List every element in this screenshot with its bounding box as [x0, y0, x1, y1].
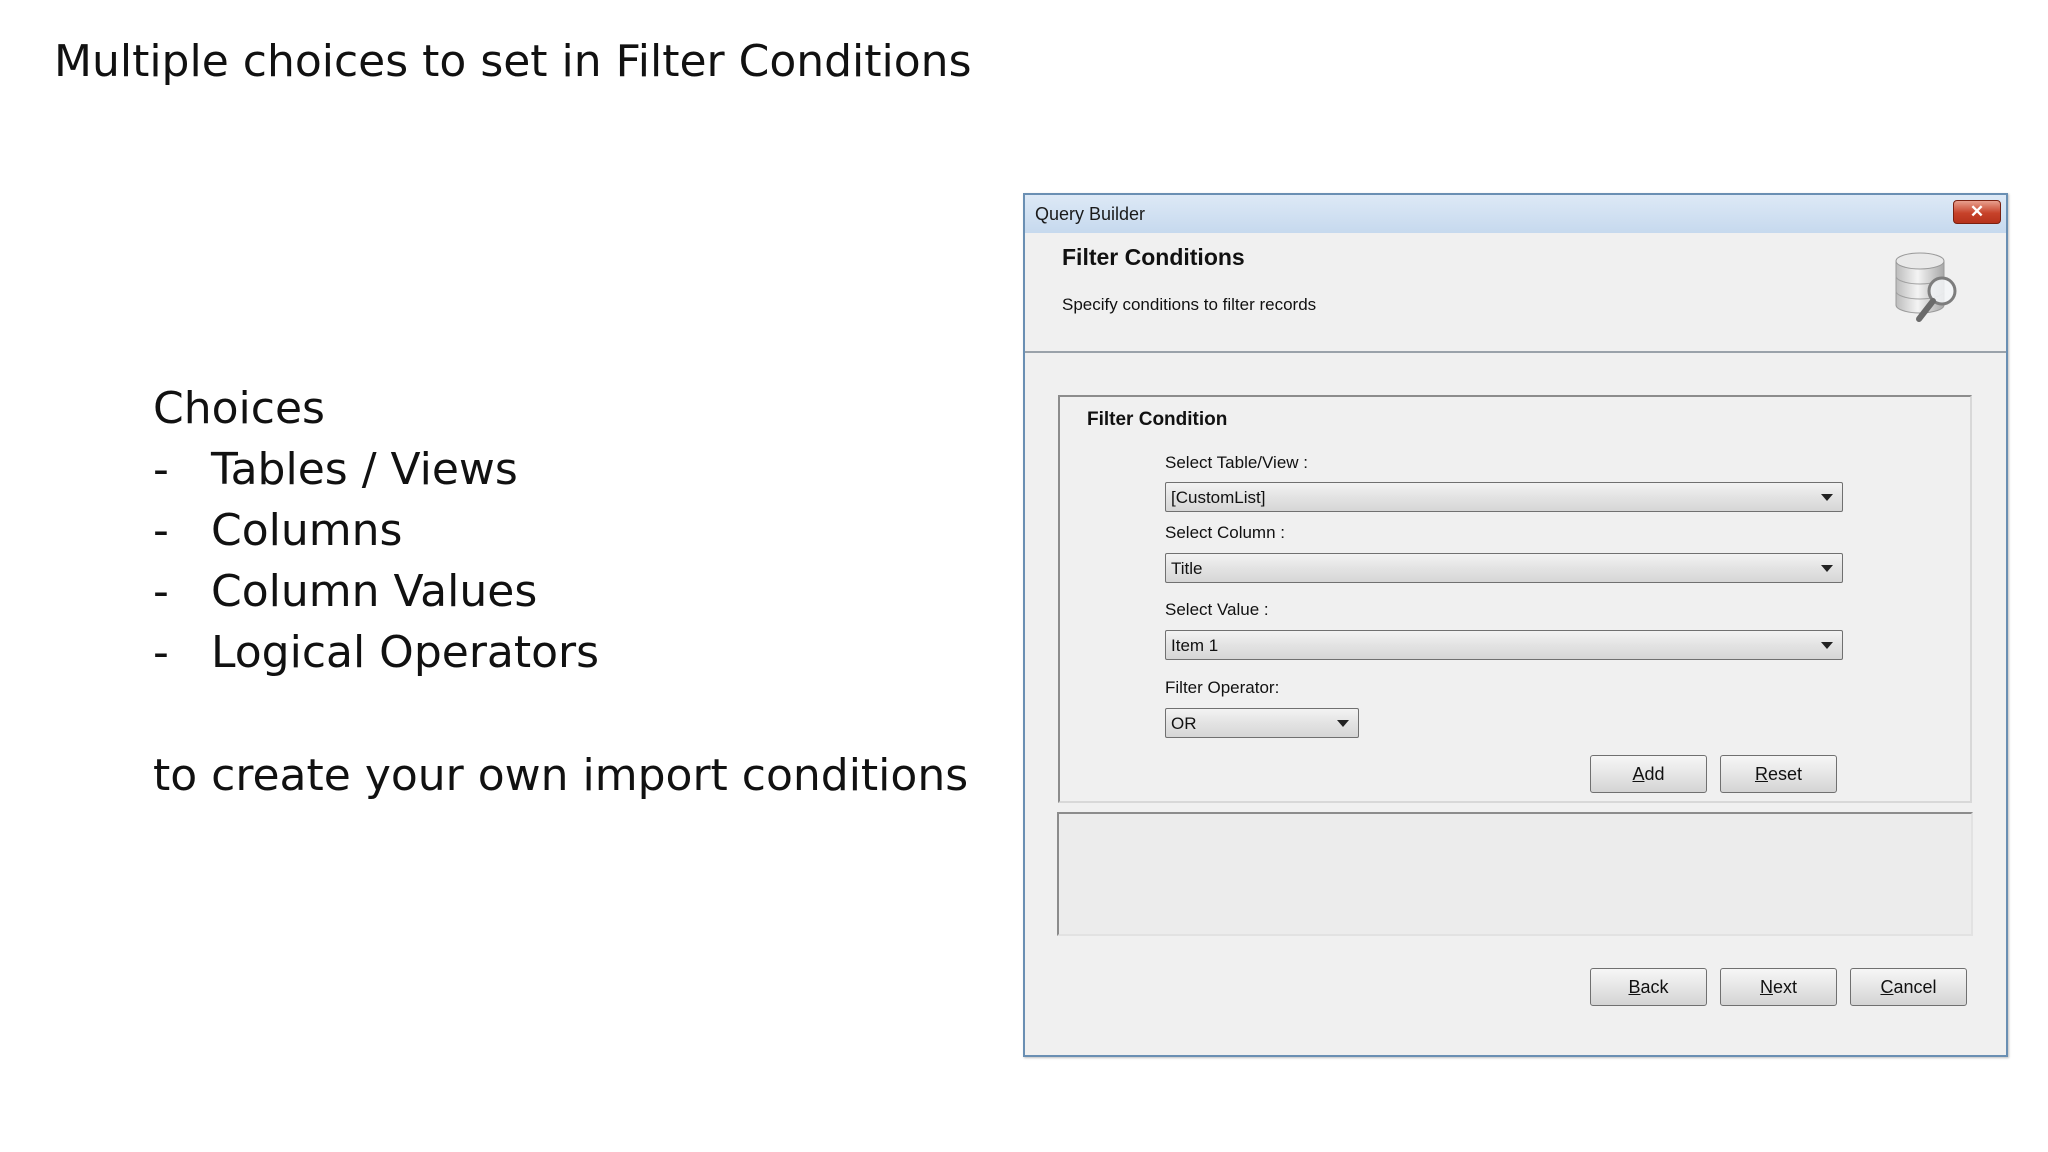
- value-select[interactable]: Item 1: [1165, 630, 1843, 660]
- column-value: Title: [1171, 559, 1203, 578]
- chevron-down-icon: [1337, 720, 1349, 727]
- page-title: Filter Conditions: [1062, 244, 1245, 270]
- close-button[interactable]: ✕: [1953, 200, 2001, 224]
- cancel-button[interactable]: Cancel: [1850, 968, 1967, 1006]
- group-title: Filter Condition: [1087, 409, 1228, 430]
- column-label: Select Column :: [1165, 523, 1285, 542]
- choice-dash: -: [153, 444, 169, 495]
- column-select[interactable]: Title: [1165, 553, 1843, 583]
- chevron-down-icon: [1821, 642, 1833, 649]
- table-view-label: Select Table/View :: [1165, 453, 1309, 472]
- cancel-button-label: ancel: [1893, 977, 1937, 997]
- choice-label: Columns: [211, 505, 403, 556]
- cancel-button-mnemonic: C: [1880, 977, 1894, 997]
- choice-dash: -: [153, 566, 169, 617]
- reset-button-label: eset: [1767, 764, 1803, 784]
- chevron-down-icon: [1821, 565, 1833, 572]
- choice-item: - Tables / Views: [153, 439, 968, 500]
- wizard-header: Filter Conditions Specify conditions to …: [1025, 233, 2006, 353]
- query-builder-dialog: Query Builder ✕ Filter Conditions Specif…: [1023, 193, 2008, 1057]
- back-button-label: ack: [1640, 977, 1669, 997]
- reset-button[interactable]: Reset: [1720, 755, 1837, 793]
- value-label: Select Value :: [1165, 600, 1269, 619]
- next-button-mnemonic: N: [1759, 977, 1773, 997]
- chevron-down-icon: [1821, 494, 1833, 501]
- window-title: Query Builder: [1035, 204, 1146, 224]
- choice-item: - Logical Operators: [153, 622, 968, 683]
- next-button[interactable]: Next: [1720, 968, 1837, 1006]
- choice-dash: -: [153, 627, 169, 678]
- conditions-list[interactable]: [1057, 812, 1973, 936]
- filter-operator-select[interactable]: OR: [1165, 708, 1359, 738]
- choice-label: Tables / Views: [211, 444, 518, 495]
- page-subtitle: Specify conditions to filter records: [1062, 295, 1317, 314]
- back-button[interactable]: Back: [1590, 968, 1707, 1006]
- close-icon: ✕: [1969, 202, 1985, 221]
- choices-tail: to create your own import conditions: [153, 750, 969, 801]
- choices-heading: Choices: [153, 383, 325, 434]
- add-button-mnemonic: A: [1632, 764, 1645, 784]
- next-button-label: ext: [1772, 977, 1797, 997]
- filter-condition-group: Filter Condition Select Table/View : [Cu…: [1058, 395, 1972, 803]
- choice-dash: -: [153, 505, 169, 556]
- choice-item: - Columns: [153, 500, 968, 561]
- table-view-select[interactable]: [CustomList]: [1165, 482, 1843, 512]
- choice-label: Column Values: [211, 566, 538, 617]
- filter-operator-value: OR: [1171, 714, 1197, 733]
- add-button-label: dd: [1644, 764, 1665, 784]
- database-search-icon: [1895, 252, 1957, 322]
- choice-item: - Column Values: [153, 561, 968, 622]
- choices-block: Choices - Tables / Views - Columns - Col…: [153, 378, 968, 806]
- filter-operator-label: Filter Operator:: [1165, 678, 1280, 697]
- value-value: Item 1: [1171, 636, 1219, 655]
- reset-button-mnemonic: R: [1754, 764, 1768, 784]
- choices-list: - Tables / Views - Columns - Column Valu…: [153, 439, 968, 683]
- slide-title: Multiple choices to set in Filter Condit…: [54, 36, 972, 87]
- table-view-value: [CustomList]: [1171, 488, 1266, 507]
- back-button-mnemonic: B: [1628, 977, 1641, 997]
- add-button[interactable]: Add: [1590, 755, 1707, 793]
- title-bar[interactable]: Query Builder ✕: [1025, 195, 2006, 234]
- choice-label: Logical Operators: [211, 627, 600, 678]
